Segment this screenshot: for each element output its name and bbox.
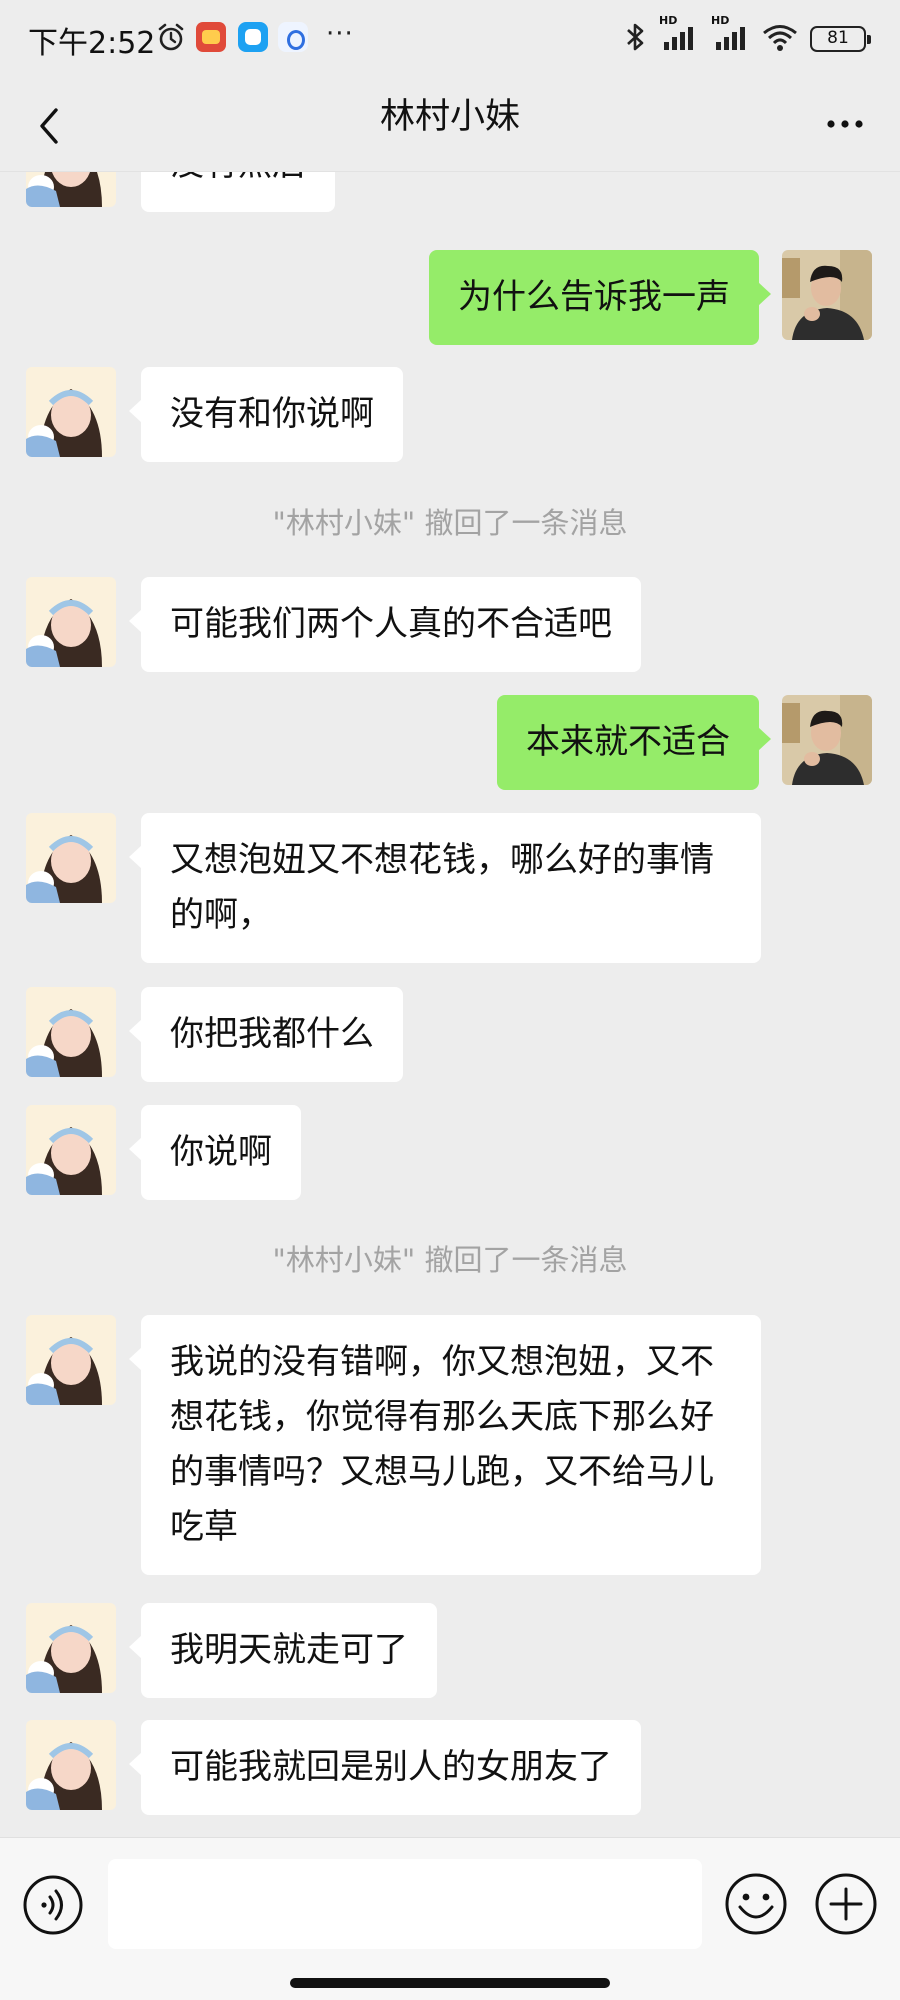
contact-avatar[interactable] — [26, 987, 116, 1077]
home-indicator[interactable] — [290, 1978, 610, 1988]
signal-icon: HD — [659, 14, 693, 50]
app-icon — [196, 22, 226, 52]
voice-icon[interactable] — [22, 1874, 84, 1936]
signal-icon: HD — [711, 14, 745, 50]
contact-avatar[interactable] — [26, 577, 116, 667]
bluetooth-icon — [627, 23, 644, 51]
emoji-icon[interactable] — [724, 1872, 788, 1936]
message-input[interactable] — [108, 1859, 702, 1949]
alarm-icon — [158, 23, 184, 51]
contact-avatar[interactable] — [26, 1105, 116, 1195]
message-bubble[interactable]: 我明天就走可了 — [129, 1603, 437, 1698]
message-bubble[interactable]: 没有然后 — [129, 172, 335, 212]
input-bar — [0, 1837, 900, 2000]
message-bubble[interactable]: 可能我们两个人真的不合适吧 — [129, 577, 641, 672]
chat-screen: 下午2:52 ··· HD HD 81 林村小妹 为什么告诉我一声 没有和你说啊… — [0, 0, 900, 2000]
contact-avatar[interactable] — [26, 813, 116, 903]
message-bubble[interactable]: 为什么告诉我一声 — [429, 250, 771, 345]
plus-circle-icon[interactable] — [814, 1872, 878, 1936]
user-avatar[interactable] — [782, 695, 872, 785]
message-bubble[interactable]: 又想泡妞又不想花钱，哪么好的事情的啊， — [129, 813, 761, 963]
message-bubble[interactable]: 你说啊 — [129, 1105, 301, 1200]
contact-avatar[interactable] — [26, 367, 116, 457]
status-time: 下午2:52 — [28, 26, 156, 61]
message-bubble[interactable]: 没有和你说啊 — [129, 367, 403, 462]
contact-avatar[interactable] — [26, 1315, 116, 1405]
recall-notice: "林村小妹" 撤回了一条消息 — [272, 506, 628, 540]
user-avatar[interactable] — [782, 250, 872, 340]
message-bubble[interactable]: 你把我都什么 — [129, 987, 403, 1082]
message-list[interactable]: 没有然后 为什么告诉我一声 — [0, 172, 900, 1837]
svg-text:HD: HD — [711, 14, 729, 27]
message-bubble[interactable]: 可能我就回是别人的女朋友了 — [129, 1720, 641, 1815]
app-icon — [238, 22, 268, 52]
more-horizontal-icon[interactable] — [820, 104, 870, 144]
status-bar: 下午2:52 ··· HD HD 81 — [0, 0, 900, 80]
contact-avatar[interactable] — [26, 172, 116, 207]
svg-text:HD: HD — [659, 14, 677, 27]
contact-avatar[interactable] — [26, 1720, 116, 1810]
message-bubble[interactable]: 我说的没有错啊，你又想泡妞，又不想花钱，你觉得有那么天底下那么好的事情吗？又想马… — [129, 1315, 761, 1575]
more-dots-icon: ··· — [326, 19, 354, 49]
contact-avatar[interactable] — [26, 1603, 116, 1693]
app-icon — [278, 22, 308, 52]
chat-header: 林村小妹 — [0, 80, 900, 172]
recall-notice: "林村小妹" 撤回了一条消息 — [272, 1243, 628, 1277]
wifi-icon — [763, 25, 797, 51]
message-bubble[interactable]: 本来就不适合 — [497, 695, 771, 790]
battery-level: 81 — [827, 28, 849, 48]
battery-icon: 81 — [810, 26, 871, 52]
chat-title: 林村小妹 — [379, 97, 520, 137]
